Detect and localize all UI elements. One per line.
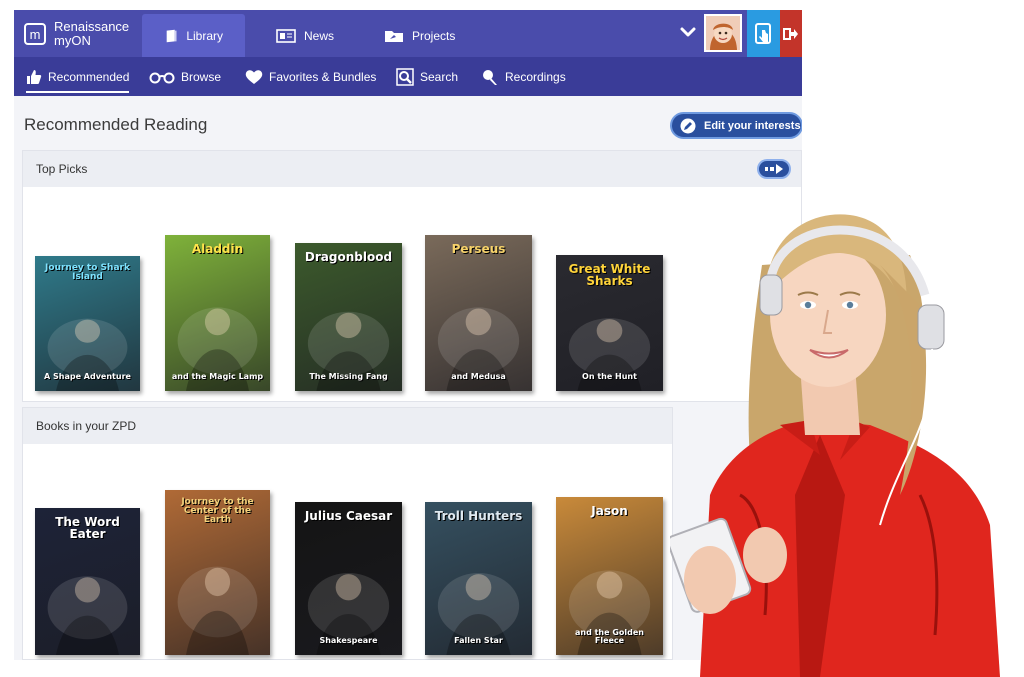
hand-pointer-icon <box>754 22 771 44</box>
sub-nav-recordings[interactable]: Recordings <box>481 57 566 96</box>
book-subtitle: A Shape Adventure <box>44 372 131 381</box>
sub-nav-browse-label: Browse <box>181 69 222 84</box>
sub-nav-favorites-bundles[interactable]: Favorites & Bundles <box>245 57 376 96</box>
pencil-icon <box>680 118 696 133</box>
microphone-icon <box>483 69 497 85</box>
book-cover[interactable]: Journey to Shark Island A Shape Adventure <box>35 256 140 391</box>
chevron-down-icon[interactable] <box>678 22 698 42</box>
book-title: The Word Eater <box>55 515 120 541</box>
book-cover[interactable]: Great White Sharks On the Hunt <box>556 255 663 391</box>
heart-icon <box>245 69 263 84</box>
student-with-headphones-photo <box>670 214 1000 677</box>
book-title: Journey to Shark Island <box>45 263 130 282</box>
book-title: Julius Caesar <box>304 509 393 523</box>
section-books-in-zpd: Books in your ZPD The Word Eater Journey … <box>22 407 673 660</box>
folder-icon <box>385 30 403 42</box>
search-icon <box>396 67 414 86</box>
book-subtitle: On the Hunt <box>582 372 637 381</box>
sub-nav-search[interactable]: Search <box>396 57 458 96</box>
tab-news[interactable]: News <box>254 14 356 57</box>
book-title: Aladdin <box>191 242 244 256</box>
edit-interests-label: Edit your interests <box>704 119 801 132</box>
section-title-zpd: Books in your ZPD <box>36 419 137 433</box>
avatar-face-icon <box>706 16 740 50</box>
tab-library-label: Library <box>186 28 223 43</box>
logout-icon <box>783 27 798 40</box>
sub-nav-recommended-label: Recommended <box>48 69 130 84</box>
tab-projects-label: Projects <box>412 28 456 43</box>
sub-nav-recommended[interactable]: Recommended <box>26 57 130 96</box>
brand-line-1: Renaissance <box>54 19 130 34</box>
section-title-top-picks: Top Picks <box>36 162 88 176</box>
tab-projects[interactable]: Projects <box>362 14 477 57</box>
brand-name: Renaissance myON <box>54 20 129 48</box>
newspaper-icon <box>276 28 296 43</box>
section-heading: Top Picks <box>23 151 801 187</box>
cover-illustration <box>307 311 390 391</box>
book-title: Jason <box>591 504 628 518</box>
cover-illustration <box>307 573 390 655</box>
book-icon <box>166 29 177 42</box>
cover-illustration <box>437 307 520 391</box>
glasses-icon <box>149 72 175 83</box>
book-cover[interactable]: Aladdin and the Magic Lamp <box>165 235 270 391</box>
book-subtitle: Shakespeare <box>319 636 378 645</box>
arrow-right-icon <box>765 164 783 174</box>
book-cover[interactable]: Dragonblood The Missing Fang <box>295 243 402 391</box>
sub-nav-favorites-label: Favorites & Bundles <box>269 69 377 84</box>
book-cover[interactable]: Perseus and Medusa <box>425 235 532 391</box>
book-subtitle: and the Magic Lamp <box>171 372 264 381</box>
book-title: Great White Sharks <box>568 262 651 288</box>
sub-nav-search-label: Search <box>420 69 459 84</box>
book-title: Journey to the Center of the Earth <box>181 497 254 525</box>
top-navigation-bar: m Renaissance myON Library News Projects <box>14 10 802 57</box>
book-subtitle: and Medusa <box>451 372 506 381</box>
book-title: Perseus <box>451 242 506 256</box>
next-arrow-button[interactable] <box>757 159 791 179</box>
tab-library[interactable]: Library <box>142 14 245 57</box>
book-title: Troll Hunters <box>434 509 523 523</box>
book-title: Dragonblood <box>304 250 393 264</box>
book-cover[interactable]: The Word Eater <box>35 508 140 655</box>
book-subtitle: Fallen Star <box>454 636 503 645</box>
myon-logo-icon: m <box>24 23 46 45</box>
edit-interests-button[interactable]: Edit your interests <box>670 112 802 139</box>
book-cover[interactable]: Julius Caesar Shakespeare <box>295 502 402 655</box>
logout-button[interactable] <box>780 10 802 57</box>
screenshot-stage: m Renaissance myON Library News Projects <box>0 0 1024 677</box>
library-sub-navigation: Recommended Browse Favorites & Bundles S… <box>14 57 802 96</box>
book-cover[interactable]: Troll Hunters Fallen Star <box>425 502 532 655</box>
section-heading: Books in your ZPD <box>23 408 672 444</box>
page-title: Recommended Reading <box>24 115 208 134</box>
sub-nav-recordings-label: Recordings <box>505 69 566 84</box>
sub-nav-browse[interactable]: Browse <box>149 57 221 96</box>
book-subtitle: The Missing Fang <box>309 372 388 381</box>
thumbs-up-icon <box>27 69 42 84</box>
book-cover[interactable]: Jason and the Golden Fleece <box>556 497 663 655</box>
tab-news-label: News <box>304 28 335 43</box>
cover-illustration <box>177 307 258 391</box>
book-cover[interactable]: Journey to the Center of the Earth <box>165 490 270 655</box>
brand-logo-link[interactable]: m Renaissance myON <box>24 18 129 50</box>
avatar[interactable] <box>704 14 742 52</box>
book-subtitle: and the Golden Fleece <box>575 628 644 645</box>
cover-illustration <box>437 573 520 655</box>
brand-line-2: myON <box>54 33 91 48</box>
focus-mode-button[interactable] <box>747 10 780 57</box>
